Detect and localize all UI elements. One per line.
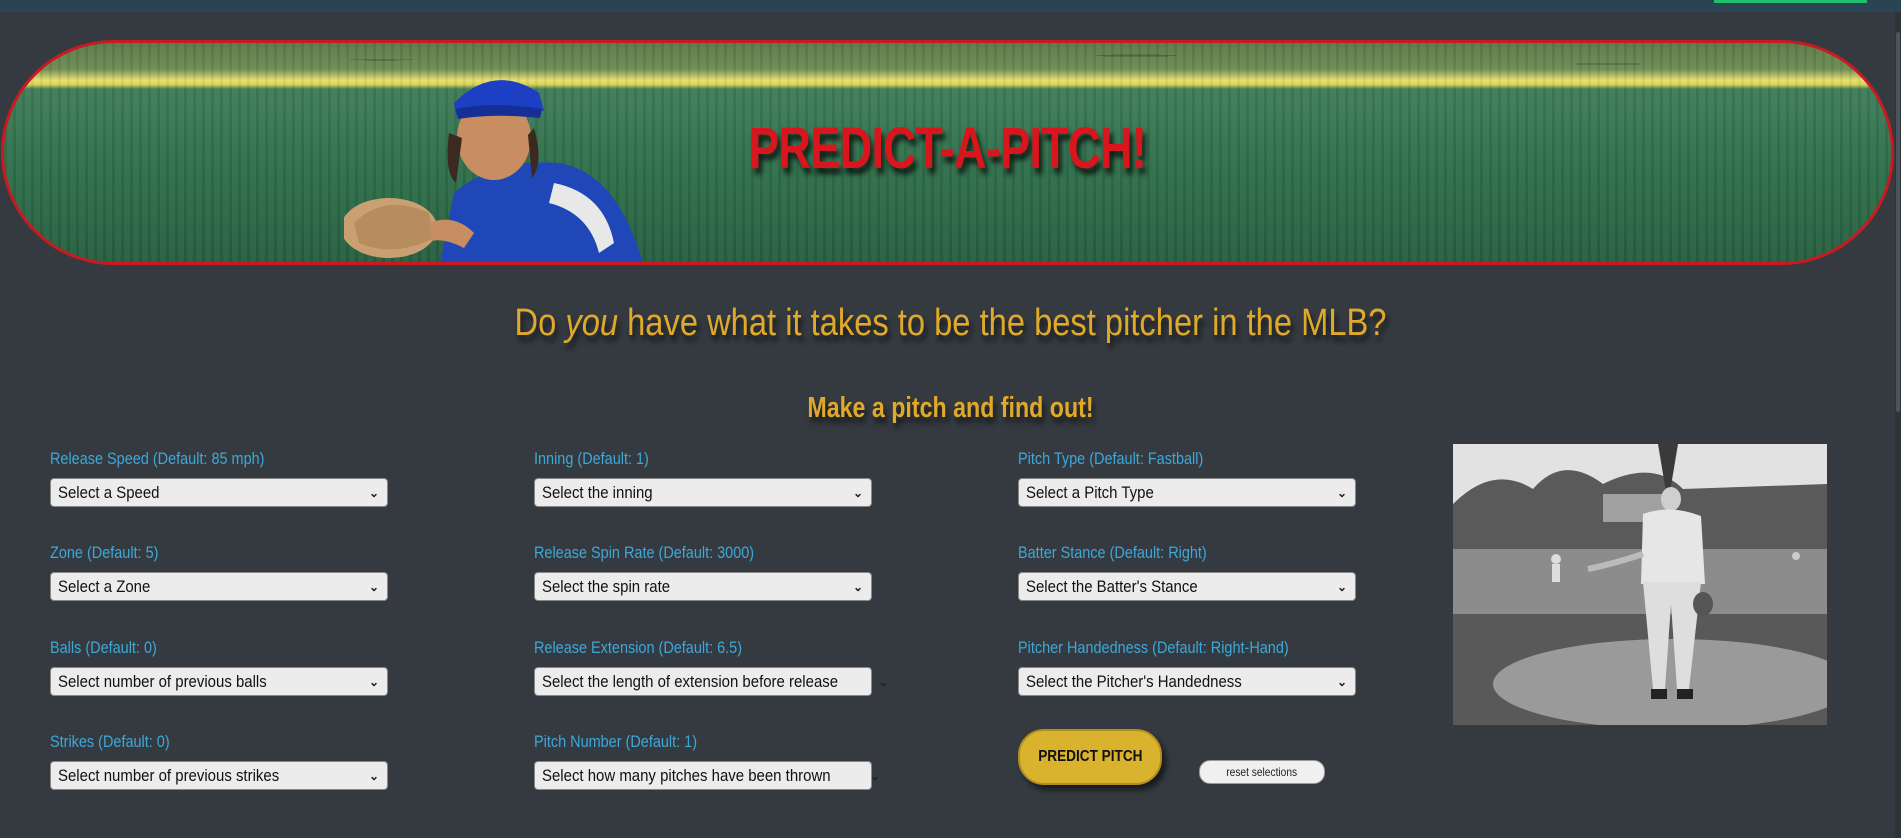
scrollbar[interactable] <box>1895 12 1901 838</box>
spin-rate-select-value: Select the spin rate <box>542 576 671 596</box>
chevron-down-icon: ⌄ <box>368 579 379 594</box>
vintage-pitcher-photo <box>1453 444 1827 725</box>
extension-select-value: Select the length of extension before re… <box>542 671 839 691</box>
inning-select[interactable]: Select the inning ⌄ <box>534 478 872 507</box>
batter-stance-label: Batter Stance (Default: Right) <box>1018 543 1207 562</box>
headline-text-start: Do <box>514 302 566 344</box>
pitcher-hand-label: Pitcher Handedness (Default: Right-Hand) <box>1018 638 1289 657</box>
inning-field: Inning (Default: 1) Select the inning ⌄ <box>534 449 874 507</box>
chevron-down-icon: ⌄ <box>878 674 889 689</box>
batter-stance-select-value: Select the Batter's Stance <box>1026 576 1198 596</box>
headline-text-end: have what it takes to be the best pitche… <box>618 302 1387 344</box>
extension-field: Release Extension (Default: 6.5) Select … <box>534 638 889 696</box>
pitch-number-field: Pitch Number (Default: 1) Select how man… <box>534 732 880 790</box>
extension-label: Release Extension (Default: 6.5) <box>534 638 743 657</box>
pitcher-hand-select-value: Select the Pitcher's Handedness <box>1026 671 1242 691</box>
zone-field: Zone (Default: 5) Select a Zone ⌄ <box>50 543 390 601</box>
predict-pitch-button[interactable]: PREDICT PITCH <box>1018 729 1162 785</box>
reset-selections-button[interactable]: reset selections <box>1199 760 1325 784</box>
scrollbar-thumb[interactable] <box>1896 32 1900 412</box>
strikes-field: Strikes (Default: 0) Select number of pr… <box>50 732 390 790</box>
chevron-down-icon: ⌄ <box>1336 579 1347 594</box>
spin-rate-select[interactable]: Select the spin rate ⌄ <box>534 572 872 601</box>
balls-label: Balls (Default: 0) <box>50 638 157 657</box>
batter-stance-field: Batter Stance (Default: Right) Select th… <box>1018 543 1358 601</box>
balls-field: Balls (Default: 0) Select number of prev… <box>50 638 390 696</box>
nav-accent-tab[interactable] <box>1714 0 1867 3</box>
headline-emphasis: you <box>565 302 619 344</box>
chevron-down-icon: ⌄ <box>368 485 379 500</box>
subheadline: Make a pitch and find out! <box>807 392 1094 424</box>
chevron-down-icon: ⌄ <box>1336 485 1347 500</box>
chevron-down-icon: ⌄ <box>368 768 379 783</box>
balls-select-value: Select number of previous balls <box>58 671 267 691</box>
chevron-down-icon: ⌄ <box>852 579 863 594</box>
pitch-type-field: Pitch Type (Default: Fastball) Select a … <box>1018 449 1358 507</box>
chevron-down-icon: ⌄ <box>368 674 379 689</box>
release-speed-label: Release Speed (Default: 85 mph) <box>50 449 265 468</box>
spin-rate-field: Release Spin Rate (Default: 3000) Select… <box>534 543 874 601</box>
pitch-number-select[interactable]: Select how many pitches have been thrown… <box>534 761 880 790</box>
balls-select[interactable]: Select number of previous balls ⌄ <box>50 667 388 696</box>
batter-stance-select[interactable]: Select the Batter's Stance ⌄ <box>1018 572 1356 601</box>
extension-select[interactable]: Select the length of extension before re… <box>534 667 889 696</box>
chevron-down-icon: ⌄ <box>1336 674 1347 689</box>
hero-title: PREDICT-A-PITCH! <box>748 116 1147 181</box>
pitch-type-select[interactable]: Select a Pitch Type ⌄ <box>1018 478 1356 507</box>
chevron-down-icon: ⌄ <box>852 485 863 500</box>
release-speed-select[interactable]: Select a Speed ⌄ <box>50 478 388 507</box>
inning-label: Inning (Default: 1) <box>534 449 649 468</box>
pitcher-hand-select[interactable]: Select the Pitcher's Handedness ⌄ <box>1018 667 1356 696</box>
release-speed-field: Release Speed (Default: 85 mph) Select a… <box>50 449 390 507</box>
zone-label: Zone (Default: 5) <box>50 543 159 562</box>
spin-rate-label: Release Spin Rate (Default: 3000) <box>534 543 755 562</box>
top-nav-bar <box>0 0 1901 12</box>
chevron-down-icon: ⌄ <box>869 768 880 783</box>
strikes-label: Strikes (Default: 0) <box>50 732 170 751</box>
pitch-number-select-value: Select how many pitches have been thrown <box>542 765 831 785</box>
zone-select[interactable]: Select a Zone ⌄ <box>50 572 388 601</box>
pitch-type-select-value: Select a Pitch Type <box>1026 482 1154 502</box>
pitch-type-label: Pitch Type (Default: Fastball) <box>1018 449 1204 468</box>
strikes-select-value: Select number of previous strikes <box>58 765 280 785</box>
strikes-select[interactable]: Select number of previous strikes ⌄ <box>50 761 388 790</box>
reset-selections-button-label: reset selections <box>1226 765 1298 779</box>
hero-banner: PREDICT-A-PITCH! <box>1 40 1894 265</box>
zone-select-value: Select a Zone <box>58 576 151 596</box>
inning-select-value: Select the inning <box>542 482 653 502</box>
release-speed-select-value: Select a Speed <box>58 482 160 502</box>
vintage-pitcher-photo-art <box>1453 444 1827 725</box>
headline: Do you have what it takes to be the best… <box>133 302 1768 345</box>
pitcher-hand-field: Pitcher Handedness (Default: Right-Hand)… <box>1018 638 1358 696</box>
pitch-number-label: Pitch Number (Default: 1) <box>534 732 698 751</box>
predict-pitch-button-label: PREDICT PITCH <box>1037 748 1143 765</box>
